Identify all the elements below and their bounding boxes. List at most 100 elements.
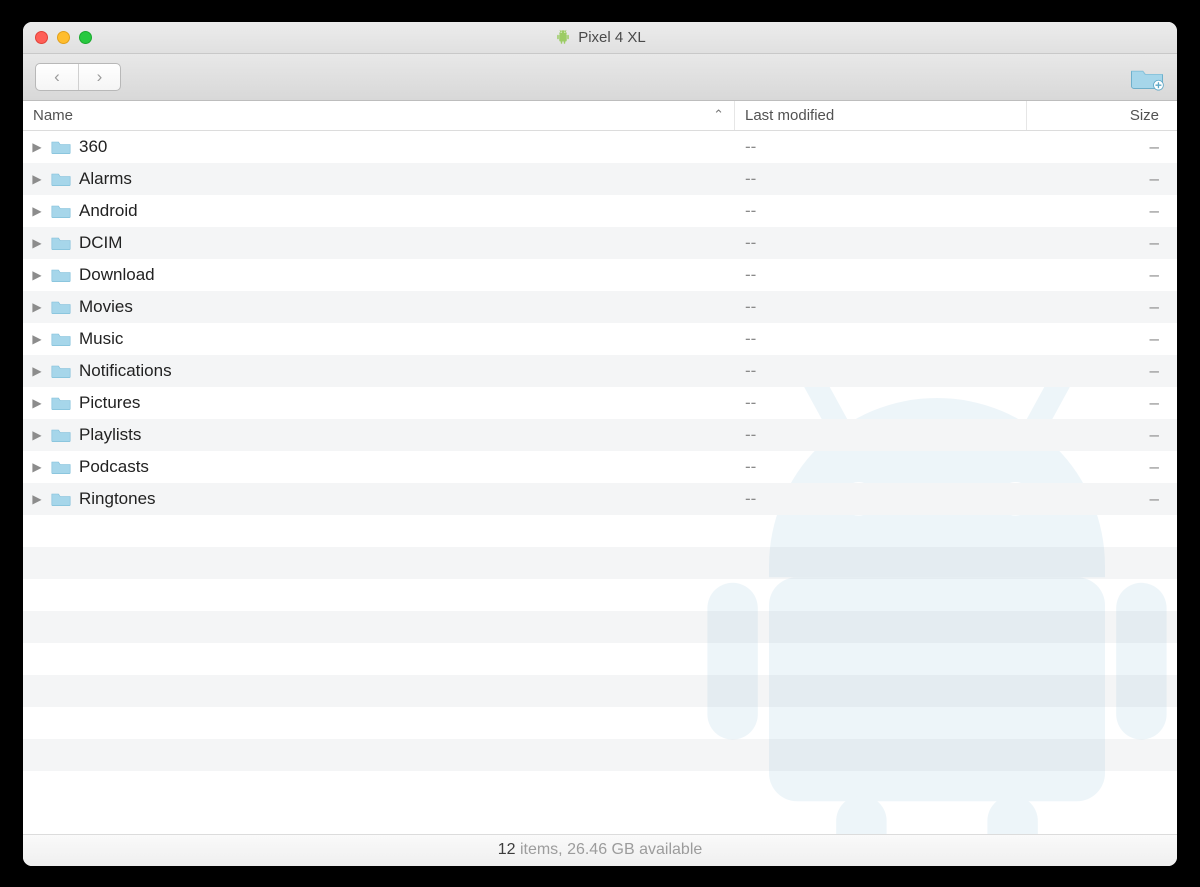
forward-button[interactable]: › <box>78 64 120 90</box>
chevron-left-icon: ‹ <box>54 67 60 87</box>
table-row[interactable]: ▶ DCIM--– <box>23 227 1177 259</box>
item-modified: -- <box>735 233 1027 253</box>
item-modified: -- <box>735 265 1027 285</box>
item-name: Alarms <box>79 169 735 189</box>
item-modified: -- <box>735 457 1027 477</box>
folder-icon <box>51 331 71 347</box>
chevron-right-icon: › <box>97 67 103 87</box>
column-header-name[interactable]: Name ⌃ <box>23 101 735 130</box>
window-controls <box>35 31 92 44</box>
item-name: Podcasts <box>79 457 735 477</box>
toolbar: ‹ › <box>23 54 1177 101</box>
item-name: Notifications <box>79 361 735 381</box>
empty-row <box>23 771 1177 803</box>
item-size: – <box>1027 265 1177 285</box>
item-size: – <box>1027 393 1177 413</box>
table-row[interactable]: ▶ Notifications--– <box>23 355 1177 387</box>
item-modified: -- <box>735 425 1027 445</box>
empty-row <box>23 675 1177 707</box>
item-size: – <box>1027 425 1177 445</box>
disclosure-triangle-icon[interactable]: ▶ <box>23 172 51 186</box>
item-size: – <box>1027 137 1177 157</box>
folder-icon <box>51 203 71 219</box>
back-button[interactable]: ‹ <box>36 64 78 90</box>
empty-row <box>23 547 1177 579</box>
folder-icon <box>51 363 71 379</box>
table-row[interactable]: ▶Alarms--– <box>23 163 1177 195</box>
column-header-size[interactable]: Size <box>1027 101 1177 130</box>
disclosure-triangle-icon[interactable]: ▶ <box>23 428 51 442</box>
status-free-space: 26.46 GB <box>567 841 635 858</box>
item-modified: -- <box>735 361 1027 381</box>
new-folder-button[interactable] <box>1129 63 1165 91</box>
table-row[interactable]: ▶ Podcasts--– <box>23 451 1177 483</box>
empty-row <box>23 739 1177 771</box>
folder-icon <box>51 139 71 155</box>
window-title-text: Pixel 4 XL <box>578 29 646 46</box>
zoom-window-button[interactable] <box>79 31 92 44</box>
table-row[interactable]: ▶ Playlists--– <box>23 419 1177 451</box>
disclosure-triangle-icon[interactable]: ▶ <box>23 204 51 218</box>
disclosure-triangle-icon[interactable]: ▶ <box>23 364 51 378</box>
status-text: 12 items, 26.46 GB available <box>498 841 703 859</box>
titlebar[interactable]: Pixel 4 XL <box>23 22 1177 54</box>
disclosure-triangle-icon[interactable]: ▶ <box>23 492 51 506</box>
window-title: Pixel 4 XL <box>23 28 1177 46</box>
new-folder-icon <box>1129 63 1165 91</box>
item-modified: -- <box>735 297 1027 317</box>
empty-row <box>23 515 1177 547</box>
table-row[interactable]: ▶ Android--– <box>23 195 1177 227</box>
item-name: Ringtones <box>79 489 735 509</box>
disclosure-triangle-icon[interactable]: ▶ <box>23 140 51 154</box>
item-size: – <box>1027 457 1177 477</box>
item-name: Playlists <box>79 425 735 445</box>
column-header-modified[interactable]: Last modified <box>735 101 1027 130</box>
item-modified: -- <box>735 489 1027 509</box>
item-size: – <box>1027 297 1177 317</box>
table-row[interactable]: ▶Pictures--– <box>23 387 1177 419</box>
item-modified: -- <box>735 169 1027 189</box>
item-modified: -- <box>735 329 1027 349</box>
status-items-suffix: items, <box>516 841 568 858</box>
status-bar: 12 items, 26.46 GB available <box>23 834 1177 866</box>
item-name: DCIM <box>79 233 735 253</box>
table-row[interactable]: ▶360--– <box>23 131 1177 163</box>
close-window-button[interactable] <box>35 31 48 44</box>
folder-icon <box>51 235 71 251</box>
disclosure-triangle-icon[interactable]: ▶ <box>23 332 51 346</box>
file-list[interactable]: ▶360--–▶Alarms--–▶Android--–▶DCIM--–▶Dow… <box>23 131 1177 834</box>
nav-segment: ‹ › <box>35 63 121 91</box>
folder-icon <box>51 267 71 283</box>
empty-row <box>23 611 1177 643</box>
folder-icon <box>51 459 71 475</box>
item-size: – <box>1027 329 1177 349</box>
empty-row <box>23 643 1177 675</box>
column-header-size-label: Size <box>1130 107 1159 124</box>
folder-icon <box>51 491 71 507</box>
item-modified: -- <box>735 393 1027 413</box>
minimize-window-button[interactable] <box>57 31 70 44</box>
table-row[interactable]: ▶ Movies--– <box>23 291 1177 323</box>
status-free-suffix: available <box>635 841 703 858</box>
disclosure-triangle-icon[interactable]: ▶ <box>23 396 51 410</box>
table-row[interactable]: ▶Download--– <box>23 259 1177 291</box>
item-size: – <box>1027 201 1177 221</box>
sort-ascending-icon: ⌃ <box>713 107 724 123</box>
column-headers: Name ⌃ Last modified Size <box>23 101 1177 131</box>
status-item-count: 12 <box>498 841 516 858</box>
device-browser-window: Pixel 4 XL ‹ › Name ⌃ Last modified <box>23 22 1177 866</box>
item-size: – <box>1027 233 1177 253</box>
table-row[interactable]: ▶Ringtones--– <box>23 483 1177 515</box>
item-name: Android <box>79 201 735 221</box>
item-modified: -- <box>735 201 1027 221</box>
item-name: Movies <box>79 297 735 317</box>
empty-row <box>23 707 1177 739</box>
disclosure-triangle-icon[interactable]: ▶ <box>23 236 51 250</box>
folder-icon <box>51 171 71 187</box>
table-row[interactable]: ▶Music--– <box>23 323 1177 355</box>
item-size: – <box>1027 361 1177 381</box>
disclosure-triangle-icon[interactable]: ▶ <box>23 300 51 314</box>
disclosure-triangle-icon[interactable]: ▶ <box>23 268 51 282</box>
disclosure-triangle-icon[interactable]: ▶ <box>23 460 51 474</box>
empty-row <box>23 579 1177 611</box>
